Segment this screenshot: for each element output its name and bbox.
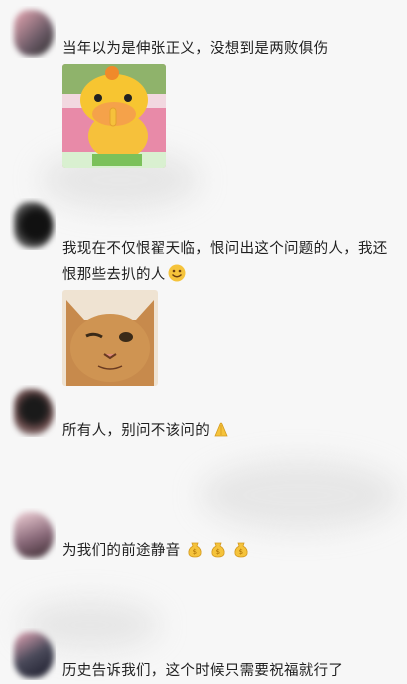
money-bag-emoji: $ bbox=[210, 540, 226, 567]
squinting-cat-sticker[interactable] bbox=[62, 290, 158, 386]
money-bag-emoji: $ bbox=[187, 540, 203, 567]
message-text: 所有人，别问不该问的 bbox=[62, 423, 210, 439]
svg-text:$: $ bbox=[193, 548, 198, 556]
avatar[interactable] bbox=[10, 198, 56, 250]
money-bag-emoji: $ bbox=[233, 540, 249, 567]
message-text: 当年以为是伸张正义，没想到是两败俱伤 bbox=[62, 41, 329, 57]
smiling-face-emoji bbox=[168, 264, 186, 291]
svg-text:$: $ bbox=[239, 548, 244, 556]
yellow-cartoon-shush-sticker[interactable] bbox=[62, 64, 166, 168]
folded-hands-emoji bbox=[212, 420, 230, 447]
message-text-group: 所有人，别问不该问的 bbox=[62, 418, 393, 447]
message-text: 我现在不仅恨翟天临，恨问出这个问题的人，我还恨那些去扒的人 bbox=[62, 241, 388, 283]
avatar[interactable] bbox=[10, 385, 56, 437]
avatar[interactable] bbox=[10, 508, 56, 560]
avatar[interactable] bbox=[10, 6, 56, 58]
message-text: 为我们的前途静音 bbox=[62, 543, 181, 559]
message-text-group: 我现在不仅恨翟天临，恨问出这个问题的人，我还恨那些去扒的人 bbox=[62, 236, 393, 291]
message-text: 历史告诉我们，这个时候只需要祝福就行了 bbox=[62, 663, 344, 679]
svg-text:$: $ bbox=[216, 548, 221, 556]
avatar[interactable] bbox=[10, 628, 56, 680]
background-smudge bbox=[200, 460, 400, 530]
message-text-group: 为我们的前途静音 $ $ $ bbox=[62, 538, 393, 567]
